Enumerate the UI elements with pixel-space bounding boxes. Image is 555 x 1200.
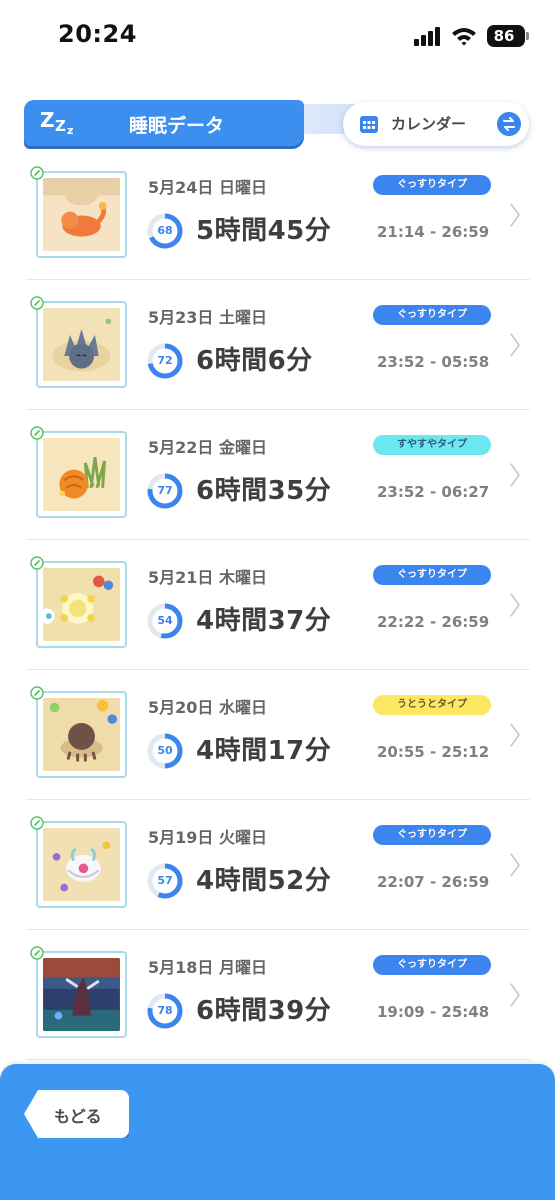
- record-date: 5月23日 土曜日: [148, 308, 267, 327]
- calendar-button[interactable]: カレンダー: [343, 102, 529, 146]
- sleep-duration: 6時間35分: [196, 476, 332, 506]
- back-label: もどる: [54, 1107, 102, 1126]
- status-icons: 86: [413, 24, 529, 48]
- paperclip-icon: [30, 556, 44, 570]
- sleep-score-ring: 54: [146, 602, 184, 640]
- record-date: 5月18日 月曜日: [148, 958, 267, 977]
- sleep-duration: 4時間37分: [196, 606, 332, 636]
- sleeping-flower-pokemon-image: [43, 568, 120, 641]
- chevron-right-icon: [510, 333, 520, 357]
- sleep-record-row-6[interactable]: 5月19日 火曜日 ぐっすりタイプ 57 4時間52分 22:07 - 26:5…: [26, 800, 530, 930]
- sleeping-leaf-pokemon-image: [43, 438, 120, 511]
- sleep-type-badge: すやすやタイプ: [373, 435, 491, 455]
- sleep-time-range: 19:09 - 25:48: [377, 1003, 490, 1021]
- sleep-score: 68: [157, 224, 173, 237]
- sleep-time-range: 22:22 - 26:59: [377, 613, 490, 631]
- sleep-time-range: 23:52 - 05:58: [377, 353, 490, 371]
- sleep-type-badge: ぐっすりタイプ: [373, 955, 491, 975]
- record-date: 5月24日 日曜日: [148, 178, 267, 197]
- sleep-type-badge: ぐっすりタイプ: [373, 565, 491, 585]
- bottom-bar: もどる: [0, 1064, 555, 1200]
- sleep-score: 50: [157, 744, 173, 757]
- sleep-score-ring: 77: [146, 472, 184, 510]
- sleep-type-badge: ぐっすりタイプ: [373, 175, 491, 195]
- sleep-score-ring: 57: [146, 862, 184, 900]
- sleep-score-ring: 78: [146, 992, 184, 1030]
- paperclip-icon: [30, 816, 44, 830]
- paperclip-icon: [30, 946, 44, 960]
- chevron-right-icon: [510, 593, 520, 617]
- sleep-score-ring: 72: [146, 342, 184, 380]
- sleep-type-badge: ぐっすりタイプ: [373, 825, 491, 845]
- paperclip-icon: [30, 686, 44, 700]
- sleep-thumbnail: [36, 301, 127, 388]
- sleeping-brown-pokemon-image: [43, 698, 120, 771]
- status-bar: 20:24 86: [0, 0, 555, 70]
- sleep-record-row-5[interactable]: 5月20日 水曜日 うとうとタイプ 50 4時間17分 20:55 - 25:1…: [26, 670, 530, 800]
- status-time: 20:24: [58, 20, 137, 48]
- sleep-record-row-4[interactable]: 5月21日 木曜日 ぐっすりタイプ 54 4時間37分 22:22 - 26:5…: [26, 540, 530, 670]
- paperclip-icon: [30, 296, 44, 310]
- sleep-data-header: ZZz 睡眠データ カレンダー: [0, 96, 555, 156]
- sleeping-dark-pokemon-image: [43, 958, 120, 1031]
- sleep-thumbnail: [36, 171, 127, 258]
- chevron-right-icon: [510, 853, 520, 877]
- sleep-thumbnail: [36, 821, 127, 908]
- swap-icon: [497, 112, 521, 136]
- sleep-type-badge: ぐっすりタイプ: [373, 305, 491, 325]
- calendar-icon: [360, 116, 378, 133]
- sleep-type-badge: うとうとタイプ: [373, 695, 491, 715]
- sleep-time-range: 20:55 - 25:12: [377, 743, 490, 761]
- chevron-right-icon: [510, 203, 520, 227]
- sleep-duration: 6時間6分: [196, 346, 313, 376]
- paperclip-icon: [30, 426, 44, 440]
- sleep-score: 57: [157, 874, 173, 887]
- sleeping-white-pokemon-image: [43, 828, 120, 901]
- sleep-record-list: 5月24日 日曜日 ぐっすりタイプ 68 5時間45分 21:14 - 26:5…: [26, 150, 530, 1060]
- sleep-score-ring: 50: [146, 732, 184, 770]
- sleep-thumbnail: [36, 561, 127, 648]
- record-date: 5月22日 金曜日: [148, 438, 267, 457]
- record-date: 5月20日 水曜日: [148, 698, 267, 717]
- sleep-score: 78: [157, 1004, 173, 1017]
- sleep-score-ring: 68: [146, 212, 184, 250]
- sleep-thumbnail: [36, 691, 127, 778]
- sleep-time-range: 23:52 - 06:27: [377, 483, 490, 501]
- battery-icon: 86: [487, 25, 529, 47]
- sleep-record-row-3[interactable]: 5月22日 金曜日 すやすやタイプ 77 6時間35分 23:52 - 06:2…: [26, 410, 530, 540]
- battery-level: 86: [493, 27, 515, 45]
- sleep-time-range: 21:14 - 26:59: [377, 223, 490, 241]
- sleep-duration: 6時間39分: [196, 996, 332, 1026]
- sleep-data-tab[interactable]: ZZz 睡眠データ: [24, 100, 304, 146]
- sleep-duration: 4時間17分: [196, 736, 332, 766]
- sleep-record-row-2[interactable]: 5月23日 土曜日 ぐっすりタイプ 72 6時間6分 23:52 - 05:58: [26, 280, 530, 410]
- chevron-right-icon: [510, 463, 520, 487]
- chevron-right-icon: [510, 983, 520, 1007]
- sleep-thumbnail: [36, 951, 127, 1038]
- sleeping-orange-pokemon-image: [43, 178, 120, 251]
- sleep-duration: 4時間52分: [196, 866, 332, 896]
- zzz-icon: ZZz: [40, 108, 74, 137]
- sleep-record-row-7[interactable]: 5月18日 月曜日 ぐっすりタイプ 78 6時間39分 19:09 - 25:4…: [26, 930, 530, 1060]
- sleep-score: 77: [157, 484, 173, 497]
- paperclip-icon: [30, 166, 44, 180]
- cellular-signal-icon: [414, 27, 440, 46]
- sleep-time-range: 22:07 - 26:59: [377, 873, 490, 891]
- record-date: 5月21日 木曜日: [148, 568, 267, 587]
- sleeping-spiky-pokemon-image: [43, 308, 120, 381]
- sleep-thumbnail: [36, 431, 127, 518]
- sleep-score: 72: [157, 354, 173, 367]
- record-date: 5月19日 火曜日: [148, 828, 267, 847]
- chevron-right-icon: [510, 723, 520, 747]
- calendar-label: カレンダー: [391, 115, 467, 133]
- sleep-score: 54: [157, 614, 173, 627]
- sleep-duration: 5時間45分: [196, 216, 332, 246]
- sleep-data-title: 睡眠データ: [129, 115, 225, 137]
- sleep-record-row-1[interactable]: 5月24日 日曜日 ぐっすりタイプ 68 5時間45分 21:14 - 26:5…: [26, 150, 530, 280]
- back-button[interactable]: もどる: [24, 1090, 129, 1138]
- wifi-icon: [452, 28, 476, 46]
